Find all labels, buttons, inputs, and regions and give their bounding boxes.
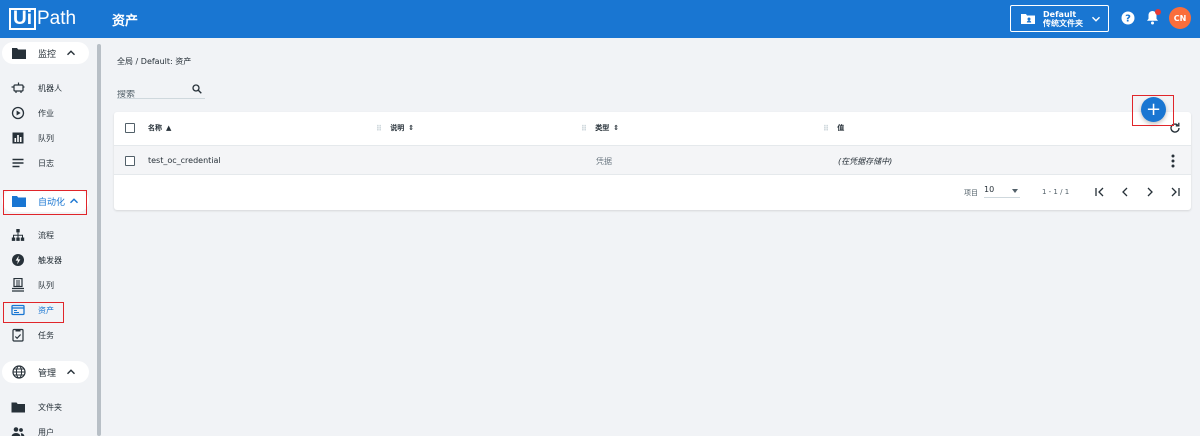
column-header-label: 说明 — [390, 124, 405, 132]
sort-both-icon: ⇕ — [408, 124, 415, 132]
column-header-label: 类型 — [595, 124, 610, 132]
folder-selector-name: Default — [1043, 9, 1077, 19]
sidebar-item-label: 文件夹 — [38, 403, 62, 412]
sort-ascending-icon: ▲ — [166, 124, 172, 132]
folder-icon — [12, 48, 26, 59]
row-checkbox[interactable] — [125, 156, 135, 166]
users-icon — [11, 427, 25, 436]
sidebar-item-folders[interactable]: 文件夹 — [0, 398, 90, 416]
globe-icon — [12, 365, 26, 379]
search-input[interactable] — [117, 90, 187, 100]
asset-name: test_oc_credential — [148, 156, 221, 165]
sidebar-section-label: 监控 — [38, 50, 57, 60]
column-header-type[interactable]: ⠿ 类型 ⇕ — [581, 112, 619, 144]
items-per-page-select[interactable]: 10 — [984, 185, 1020, 198]
previous-page-icon[interactable] — [1119, 186, 1131, 198]
column-header-description[interactable]: ⠿ 说明 ⇕ — [376, 112, 414, 144]
notification-bell-icon[interactable] — [1146, 9, 1161, 25]
breadcrumb: 全局 / Default: 资产 — [117, 57, 192, 66]
logo-path: Path — [37, 8, 77, 29]
task-clipboard-icon — [12, 328, 24, 342]
sidebar-section-monitor[interactable]: 监控 — [2, 42, 89, 64]
help-icon[interactable]: ? — [1121, 11, 1135, 25]
sidebar-item-queues-monitor[interactable]: 队列 — [0, 129, 90, 147]
column-drag-handle-icon[interactable]: ⠿ — [823, 124, 829, 133]
sort-both-icon: ⇕ — [613, 124, 620, 132]
search-box — [117, 82, 205, 100]
sidebar-item-users[interactable]: 用户 — [0, 423, 90, 436]
highlight-box-assets — [3, 302, 64, 323]
robot-icon — [11, 82, 25, 93]
select-all-checkbox[interactable] — [125, 123, 135, 133]
page-title: 资产 — [112, 14, 139, 29]
folder-user-icon — [1021, 14, 1035, 24]
page-range: 1 - 1 / 1 — [1042, 188, 1070, 196]
column-header-label: 名称 — [148, 124, 162, 132]
items-per-page-label: 项目 — [964, 189, 978, 197]
next-page-icon[interactable] — [1144, 186, 1156, 198]
sidebar-item-label: 作业 — [38, 109, 54, 118]
sidebar-item-jobs[interactable]: 作业 — [0, 104, 90, 122]
dropdown-caret-icon — [1012, 189, 1018, 193]
notification-dot — [1155, 9, 1161, 15]
column-drag-handle-icon[interactable]: ⠿ — [581, 124, 587, 133]
play-circle-icon — [11, 106, 25, 120]
logo-ui: Ui — [9, 8, 36, 30]
sidebar-section-label: 管理 — [38, 369, 57, 379]
sidebar-item-label: 队列 — [38, 281, 54, 290]
uipath-logo[interactable]: Ui Path — [9, 8, 76, 30]
sidebar-item-robots[interactable]: 机器人 — [0, 79, 90, 97]
search-icon[interactable] — [192, 84, 202, 94]
assets-table: 名称 ▲ ⠿ 说明 ⇕ ⠿ 类型 ⇕ ⠿ 值 test_oc_credentia… — [114, 112, 1191, 210]
sidebar: 监控 机器人 作业 队列 日志 自动化 流程 触发器 队列 资产 任务 管理 文… — [0, 38, 97, 436]
asset-value: (在凭据存储中) — [838, 157, 893, 166]
sidebar-item-queues[interactable]: 队列 — [0, 276, 90, 294]
column-header-label: 值 — [837, 124, 845, 132]
last-page-icon[interactable] — [1169, 186, 1181, 198]
first-page-icon[interactable] — [1094, 186, 1106, 198]
highlight-box-add — [1132, 95, 1174, 126]
more-actions-icon[interactable] — [1171, 154, 1175, 168]
chevron-up-icon — [67, 50, 75, 56]
sidebar-scrollbar[interactable] — [97, 44, 101, 436]
chevron-up-icon — [67, 369, 75, 375]
hierarchy-icon — [11, 229, 25, 241]
sidebar-item-label: 机器人 — [38, 84, 62, 93]
svg-text:?: ? — [1125, 14, 1131, 25]
list-lines-icon — [12, 158, 24, 168]
sidebar-item-processes[interactable]: 流程 — [0, 226, 90, 244]
highlight-box-automation — [3, 190, 87, 215]
column-drag-handle-icon[interactable]: ⠿ — [376, 124, 382, 133]
column-header-name[interactable]: 名称 ▲ — [148, 112, 171, 144]
folder-icon — [11, 402, 25, 413]
sidebar-item-triggers[interactable]: 触发器 — [0, 251, 90, 269]
table-row[interactable]: test_oc_credential 凭据 (在凭据存储中) — [114, 145, 1191, 175]
sidebar-section-admin[interactable]: 管理 — [2, 361, 89, 383]
chevron-down-icon — [1092, 16, 1100, 22]
bar-chart-icon — [12, 132, 24, 144]
queue-stack-icon — [12, 278, 24, 292]
column-header-value[interactable]: ⠿ 值 — [823, 112, 844, 144]
sidebar-item-label: 用户 — [38, 428, 54, 436]
sidebar-item-label: 任务 — [38, 331, 54, 340]
sidebar-item-label: 日志 — [38, 159, 54, 168]
sidebar-item-label: 流程 — [38, 231, 54, 240]
sidebar-item-label: 队列 — [38, 134, 54, 143]
sidebar-item-tasks[interactable]: 任务 — [0, 326, 90, 344]
user-avatar[interactable]: CN — [1169, 7, 1191, 29]
asset-type: 凭据 — [596, 157, 612, 166]
top-header: Ui Path 资产 Default 传统文件夹 ? CN — [0, 0, 1200, 38]
sidebar-item-logs[interactable]: 日志 — [0, 154, 90, 172]
sidebar-item-label: 触发器 — [38, 256, 62, 265]
items-per-page-value: 10 — [984, 185, 995, 194]
lightning-icon — [12, 254, 24, 266]
folder-selector-type: 传统文件夹 — [1043, 18, 1083, 28]
folder-selector[interactable]: Default 传统文件夹 — [1010, 5, 1109, 32]
